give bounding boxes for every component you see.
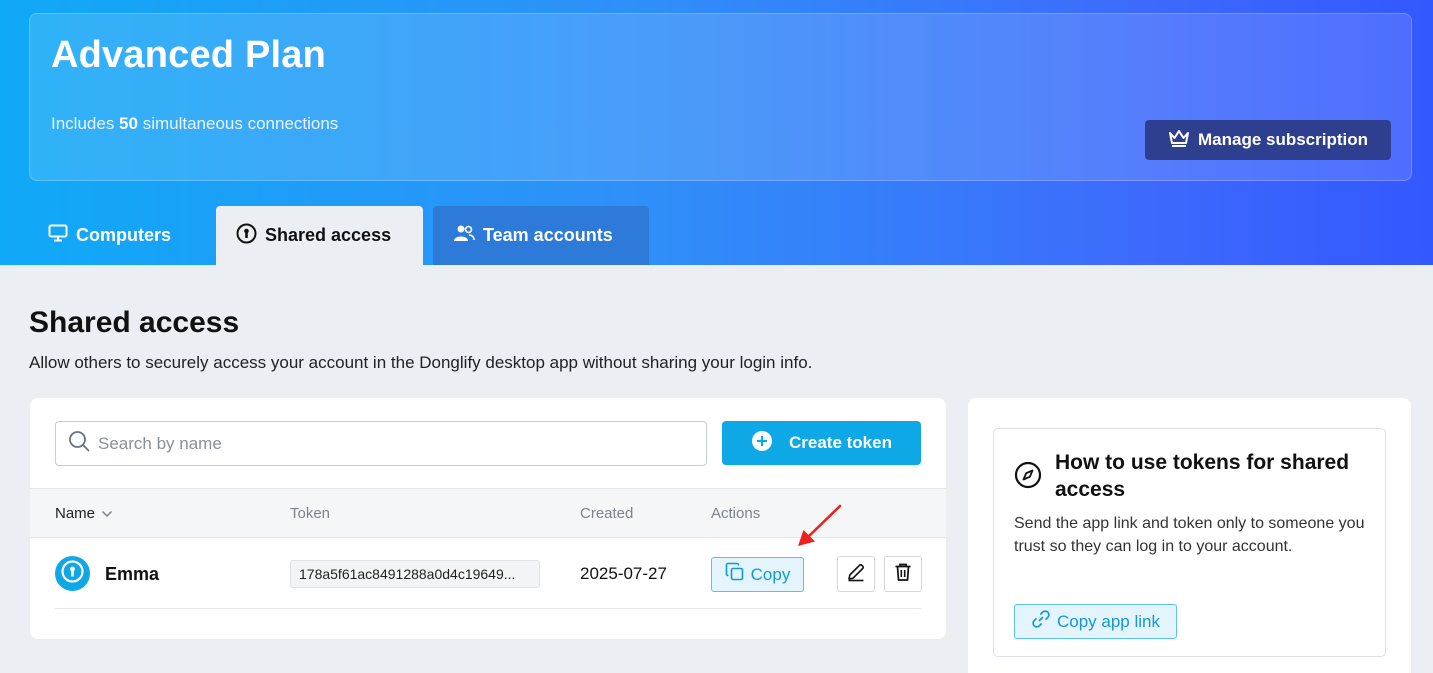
search-input[interactable] xyxy=(98,433,678,454)
search-icon xyxy=(68,430,90,457)
created-date: 2025-07-27 xyxy=(580,564,667,583)
help-description: Send the app link and token only to some… xyxy=(1014,515,1365,555)
plan-connections-count: 50 xyxy=(119,114,138,133)
column-header-name-label: Name xyxy=(55,505,96,522)
users-icon xyxy=(453,224,475,247)
trash-icon xyxy=(893,562,913,587)
page-title: Shared access xyxy=(29,306,240,339)
copy-icon xyxy=(725,562,745,587)
plan-description: Includes 50 simultaneous connections xyxy=(51,114,338,134)
token-value: 178a5f61ac8491288a0d4c19649... xyxy=(290,560,540,588)
column-header-actions: Actions xyxy=(711,505,761,522)
page-description: Allow others to securely access your acc… xyxy=(29,353,813,372)
keyhole-icon xyxy=(60,559,85,589)
tab-computers[interactable]: Computers xyxy=(29,206,216,265)
copy-app-link-button[interactable]: Copy app link xyxy=(1014,604,1177,639)
tab-computers-label: Computers xyxy=(76,225,172,245)
column-header-token: Token xyxy=(290,505,331,522)
help-title: How to use tokens for shared access xyxy=(1055,451,1350,501)
manage-subscription-button[interactable]: Manage subscription xyxy=(1145,120,1391,160)
avatar xyxy=(55,556,90,591)
keyhole-icon xyxy=(236,223,257,249)
chevron-down-icon xyxy=(101,505,113,522)
tab-team-accounts-label: Team accounts xyxy=(483,225,613,245)
crown-icon xyxy=(1168,128,1190,153)
tab-bar: Computers Shared access Team accounts xyxy=(29,206,649,265)
delete-token-button[interactable] xyxy=(884,556,922,592)
link-icon xyxy=(1031,609,1051,634)
tab-shared-access[interactable]: Shared access xyxy=(216,206,423,265)
plan-title: Advanced Plan xyxy=(51,34,327,76)
manage-subscription-label: Manage subscription xyxy=(1197,130,1369,149)
token-name: Emma xyxy=(105,564,160,584)
plan-card: Advanced Plan Includes 50 simultaneous c… xyxy=(29,13,1412,181)
plan-includes-suffix: simultaneous connections xyxy=(137,114,339,133)
header-banner: Advanced Plan Includes 50 simultaneous c… xyxy=(0,0,1433,265)
help-box: How to use tokens for shared access Send… xyxy=(993,428,1386,657)
compass-icon xyxy=(1014,461,1042,494)
copy-token-button[interactable]: Copy xyxy=(711,557,804,592)
copy-app-link-label: Copy app link xyxy=(1056,611,1160,631)
copy-token-label: Copy xyxy=(750,564,791,584)
tab-team-accounts[interactable]: Team accounts xyxy=(433,206,649,265)
annotation-arrow xyxy=(798,504,842,546)
create-token-label: Create token xyxy=(789,433,892,452)
create-token-button[interactable]: Create token xyxy=(722,421,921,465)
edit-token-button[interactable] xyxy=(837,556,875,592)
tab-shared-access-label: Shared access xyxy=(265,225,392,245)
pencil-icon xyxy=(846,562,866,587)
column-header-created: Created xyxy=(580,505,634,522)
plan-includes-prefix: Includes xyxy=(51,114,120,133)
column-header-name[interactable]: Name xyxy=(55,505,113,522)
help-card: How to use tokens for shared access Send… xyxy=(968,398,1411,673)
plus-circle-icon xyxy=(751,430,773,457)
search-box xyxy=(55,421,707,466)
monitor-icon xyxy=(48,224,68,247)
